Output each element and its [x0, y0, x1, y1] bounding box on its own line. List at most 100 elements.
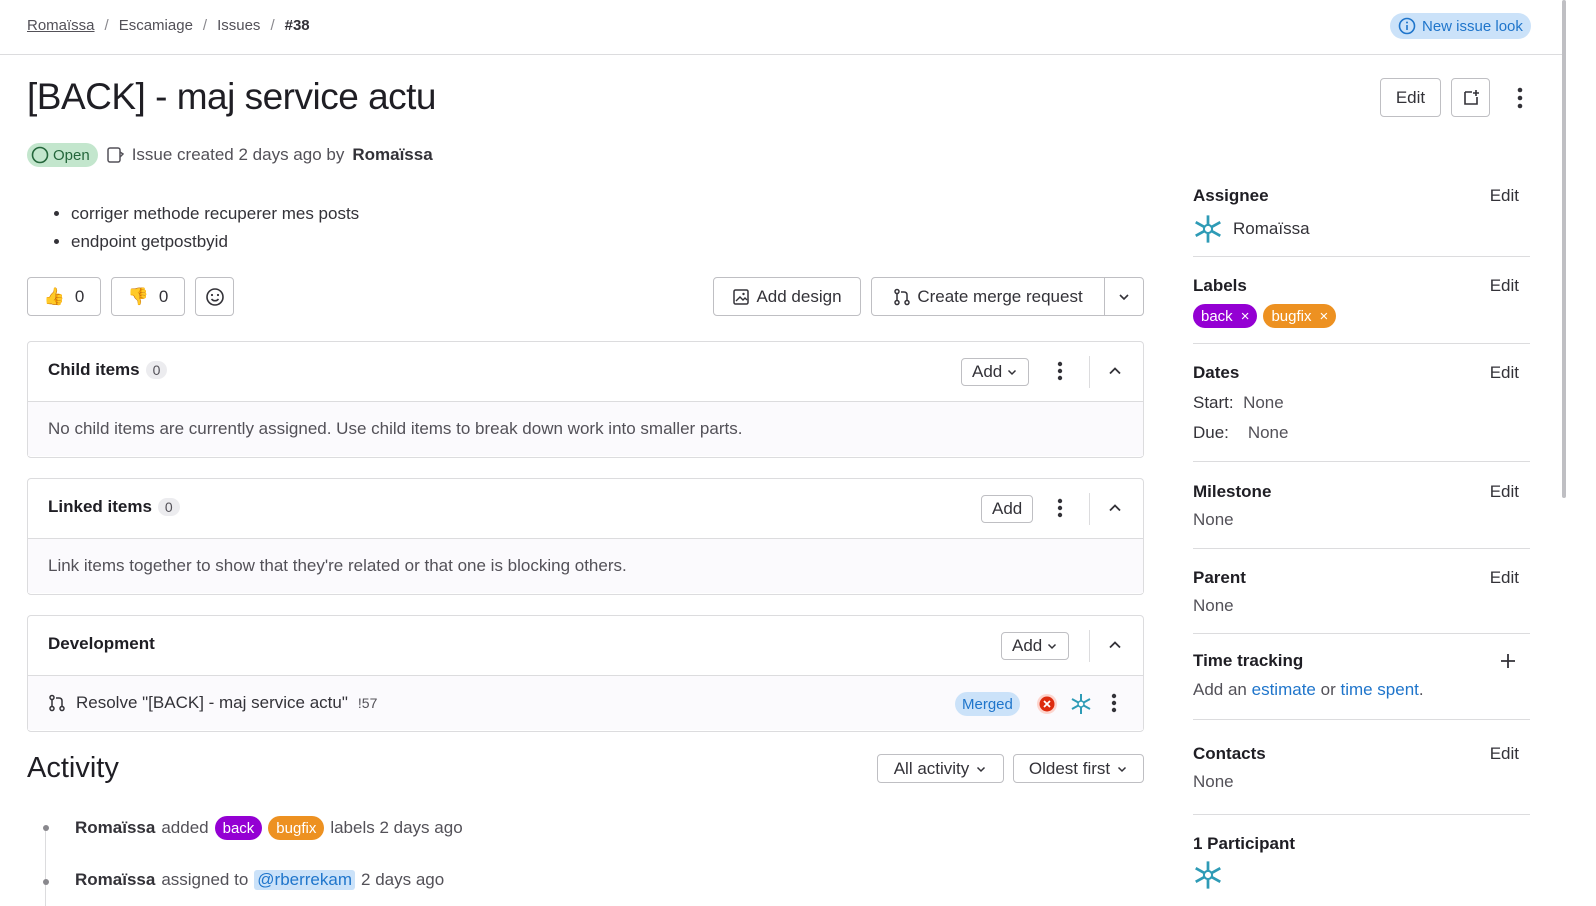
chevron-down-icon [977, 766, 986, 772]
label-bugfix[interactable]: bugfix × [1263, 304, 1337, 328]
activity-user[interactable]: Romaïssa [75, 870, 155, 890]
scrollbar[interactable] [1562, 0, 1566, 498]
avatar [1195, 215, 1221, 243]
add-reaction-button[interactable] [195, 277, 234, 316]
development-collapse-button[interactable] [1103, 630, 1127, 660]
timeline-dot [43, 879, 49, 885]
breadcrumb-issues[interactable]: Issues [217, 17, 260, 34]
breadcrumb-user[interactable]: Romaïssa [27, 17, 95, 34]
activity-suffix: 2 days ago [361, 870, 445, 889]
chevron-up-icon [1109, 641, 1121, 649]
time-tracking-help: Add an estimate or time spent. [1193, 680, 1530, 700]
child-items-add-button[interactable]: Add [961, 358, 1030, 386]
labels-edit-button[interactable]: Edit [1490, 276, 1519, 296]
remove-label-icon[interactable]: × [1241, 308, 1250, 325]
linked-items-add-button[interactable]: Add [981, 495, 1034, 523]
thumbs-up-button[interactable]: 👍 0 [27, 277, 101, 316]
pipeline-failed-icon[interactable] [1036, 693, 1058, 715]
new-related-button[interactable] [1451, 78, 1490, 117]
activity-filter-label: All activity [893, 758, 970, 778]
milestone-title: Milestone [1193, 482, 1272, 501]
divider [1193, 461, 1530, 462]
open-circle-icon [31, 146, 49, 164]
issue-type-icon [106, 147, 124, 163]
time-tracking-end: . [1418, 680, 1424, 699]
linked-items-more-button[interactable] [1050, 493, 1070, 523]
parent-value: None [1193, 596, 1234, 615]
create-merge-request-button[interactable]: Create merge request [871, 277, 1105, 316]
parent-edit-button[interactable]: Edit [1490, 568, 1519, 588]
development-add-button[interactable]: Add [1001, 632, 1070, 660]
sidebar-labels: Labels Edit back × bugfix × [1193, 276, 1530, 344]
divider [1193, 256, 1530, 257]
merge-request-icon [894, 288, 911, 305]
sidebar-time-tracking: Time tracking Add an estimate or time sp… [1193, 651, 1530, 720]
more-actions-button[interactable] [1500, 78, 1539, 117]
merge-request-more-button[interactable] [1104, 688, 1124, 718]
assignee-title: Assignee [1193, 186, 1269, 205]
author-link[interactable]: Romaïssa [352, 145, 432, 165]
child-items-empty-text: No child items are currently assigned. U… [28, 402, 1143, 456]
add-design-button[interactable]: Add design [713, 277, 861, 316]
milestone-edit-button[interactable]: Edit [1490, 482, 1519, 502]
due-value: None [1247, 423, 1289, 442]
divider [1193, 633, 1530, 634]
activity-filter-dropdown[interactable]: All activity [877, 754, 1004, 783]
linked-items-collapse-button[interactable] [1103, 493, 1127, 523]
timeline-line [45, 830, 46, 906]
activity-heading: Activity [27, 752, 119, 784]
linked-items-count: 0 [157, 498, 180, 516]
sidebar-participants: 1 Participant [1193, 834, 1530, 895]
edit-issue-button[interactable]: Edit [1380, 78, 1441, 117]
child-items-collapse-button[interactable] [1103, 356, 1127, 386]
user-mention[interactable]: @rberrekam [254, 870, 356, 890]
avatar[interactable] [1193, 860, 1223, 890]
issue-meta: Open Issue created 2 days ago by Romaïss… [27, 143, 433, 167]
merge-request-title[interactable]: Resolve "[BACK] - maj service actu" [76, 693, 348, 713]
merge-request-options-dropdown[interactable] [1104, 277, 1144, 316]
activity-verb: assigned to [161, 870, 249, 889]
child-items-more-button[interactable] [1050, 356, 1070, 386]
estimate-link[interactable]: estimate [1252, 680, 1316, 699]
dates-edit-button[interactable]: Edit [1490, 363, 1519, 383]
time-spent-link[interactable]: time spent [1340, 680, 1418, 699]
contacts-edit-button[interactable]: Edit [1490, 744, 1519, 764]
breadcrumb-project[interactable]: Escamiage [119, 17, 193, 34]
label-back[interactable]: back [214, 816, 263, 840]
avatar[interactable] [1070, 693, 1092, 715]
chevron-down-icon [1118, 766, 1127, 772]
status-badge: Open [27, 143, 98, 167]
add-label: Add [972, 362, 1003, 381]
kebab-icon [1111, 693, 1117, 713]
activity-sort-dropdown[interactable]: Oldest first [1013, 754, 1144, 783]
thumbs-down-icon: 👎 [127, 286, 149, 306]
merge-request-row[interactable]: Resolve "[BACK] - maj service actu" !57 … [28, 676, 1143, 730]
assignee-user[interactable]: Romaïssa [1193, 214, 1530, 244]
activity-user[interactable]: Romaïssa [75, 818, 155, 838]
label-bugfix[interactable]: bugfix [268, 816, 325, 840]
breadcrumb-separator: / [104, 17, 109, 34]
time-tracking-or: or [1320, 680, 1336, 699]
merge-request-ref: !57 [357, 695, 378, 711]
divider [1089, 356, 1090, 388]
info-icon [1398, 17, 1416, 35]
thumbs-down-button[interactable]: 👎 0 [111, 277, 185, 316]
remove-label-icon[interactable]: × [1319, 308, 1328, 325]
thumbs-up-count: 0 [74, 286, 85, 306]
new-issue-look-button[interactable]: New issue look [1390, 13, 1531, 39]
development-card: Development Add Resolve "[BACK] - maj se… [27, 615, 1144, 732]
new-issue-icon [1463, 89, 1479, 105]
chevron-down-icon [1048, 643, 1057, 650]
assignee-edit-button[interactable]: Edit [1490, 186, 1519, 206]
label-back[interactable]: back × [1193, 304, 1258, 328]
assignee-name: Romaïssa [1233, 219, 1310, 238]
sidebar-dates: Dates Edit Start: None Due: None [1193, 363, 1530, 462]
divider [1089, 630, 1090, 662]
time-tracking-title: Time tracking [1193, 651, 1304, 670]
activity-item: Romaïssa assigned to @rberrekam 2 days a… [75, 870, 444, 890]
development-header: Development Add [28, 616, 1143, 676]
parent-title: Parent [1193, 568, 1246, 587]
add-time-button[interactable] [1500, 653, 1516, 674]
header-actions: Edit [1380, 78, 1539, 117]
merged-badge: Merged [955, 692, 1020, 716]
